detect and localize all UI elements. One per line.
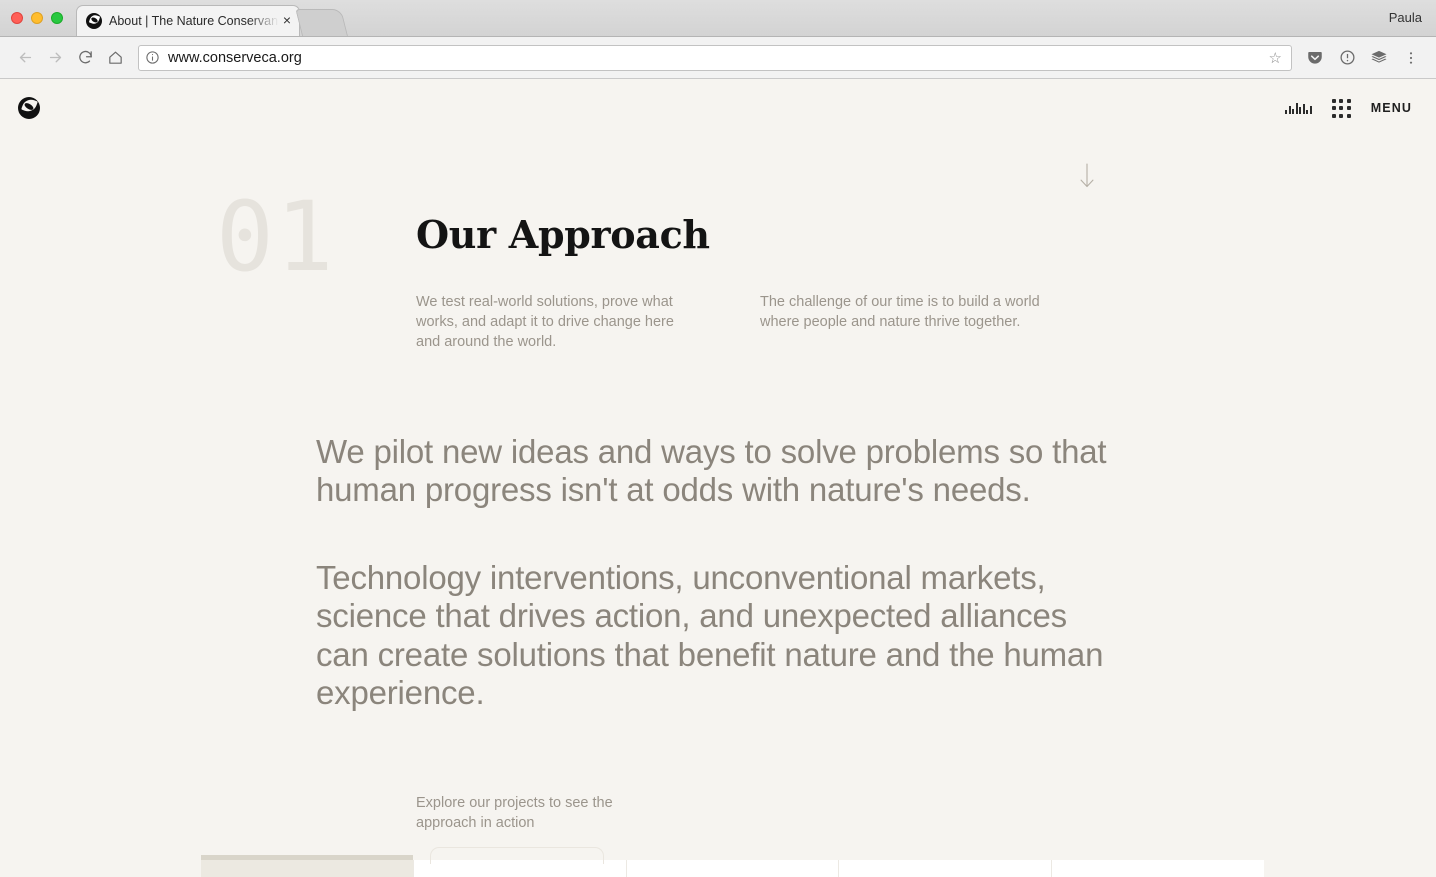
browser-window: About | The Nature Conservan × Paula www… xyxy=(0,0,1436,877)
page-content: MENU 01 Our Approach We test real-world … xyxy=(0,79,1436,877)
minimize-window-button[interactable] xyxy=(31,12,43,24)
site-header-actions: MENU xyxy=(1285,98,1412,118)
tab-influencers[interactable]: 03 INFLUENCERS xyxy=(625,860,839,877)
nature-conservancy-globe-logo[interactable] xyxy=(18,97,40,119)
close-window-button[interactable] xyxy=(11,12,23,24)
overflow-menu-icon[interactable] xyxy=(1396,43,1426,73)
globe-leaf-icon xyxy=(86,13,102,29)
browser-navbar: www.conserveca.org ☆ xyxy=(0,37,1436,79)
browser-tabstrip: About | The Nature Conservan × xyxy=(76,4,348,36)
new-tab-button[interactable] xyxy=(295,9,348,36)
maximize-window-button[interactable] xyxy=(51,12,63,24)
section-tabs: 01 OUR APPROACH 02 THE CAMPAIGN 03 INFLU… xyxy=(201,847,1264,877)
address-bar[interactable]: www.conserveca.org ☆ xyxy=(138,44,1292,71)
close-tab-icon[interactable]: × xyxy=(279,13,293,29)
window-controls xyxy=(11,12,63,24)
browser-toolbar-icons xyxy=(1300,43,1426,73)
profile-name[interactable]: Paula xyxy=(1389,10,1422,25)
statement-paragraph: Technology interventions, unconventional… xyxy=(316,559,1104,711)
statement-paragraph: We pilot new ideas and ways to solve pro… xyxy=(316,432,1107,508)
library-stack-icon[interactable] xyxy=(1364,43,1394,73)
hero-intro-columns: We test real-world solutions, prove what… xyxy=(416,293,1116,353)
forward-icon[interactable] xyxy=(40,43,70,73)
equalizer-bars-icon[interactable] xyxy=(1285,102,1312,114)
tab-our-approach[interactable]: 01 OUR APPROACH xyxy=(201,855,413,877)
section-number: 01 xyxy=(216,181,336,293)
url-text: www.conserveca.org xyxy=(168,49,302,66)
statements-section: We pilot new ideas and ways to solve pro… xyxy=(316,433,1126,713)
reload-icon[interactable] xyxy=(70,43,100,73)
grid-dots-icon[interactable] xyxy=(1331,98,1351,118)
intro-paragraph-right: The challenge of our time is to build a … xyxy=(760,294,1040,330)
hero-body: Our Approach We test real-world solution… xyxy=(416,149,1116,353)
page-title: Our Approach xyxy=(416,212,710,257)
info-circle-icon[interactable] xyxy=(145,50,160,65)
site-header: MENU xyxy=(0,79,1436,137)
info-circle-icon[interactable] xyxy=(1332,43,1362,73)
browser-tab[interactable]: About | The Nature Conservan × xyxy=(76,5,300,36)
arrow-down-icon[interactable] xyxy=(1076,161,1098,196)
browser-tab-title: About | The Nature Conservan xyxy=(109,14,279,28)
tab-the-campaign[interactable]: 02 THE CAMPAIGN xyxy=(412,847,626,877)
explore-note: Explore our projects to see the approach… xyxy=(416,795,613,831)
tab-peek-outline xyxy=(429,847,604,864)
home-icon[interactable] xyxy=(100,43,130,73)
intro-paragraph-left: We test real-world solutions, prove what… xyxy=(416,294,674,350)
tab-general-information[interactable]: 05 GENERAL INFORMATION xyxy=(1051,860,1264,877)
browser-titlebar: About | The Nature Conservan × Paula xyxy=(0,0,1436,37)
back-icon[interactable] xyxy=(10,43,40,73)
tab-projects[interactable]: 04 PROJECTS xyxy=(838,860,1052,877)
menu-button[interactable]: MENU xyxy=(1371,101,1412,115)
hero-section: 01 Our Approach We test real-world solut… xyxy=(0,149,1436,353)
star-icon[interactable]: ☆ xyxy=(1269,49,1285,67)
pocket-icon[interactable] xyxy=(1300,43,1330,73)
